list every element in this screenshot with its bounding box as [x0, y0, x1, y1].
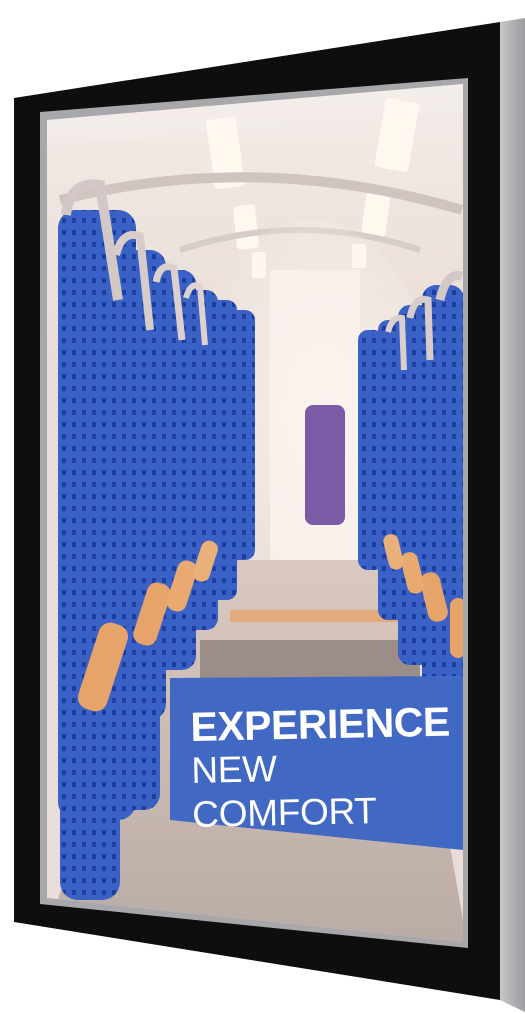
frame-side [500, 18, 525, 1012]
headline-line-1: EXPERIENCE [189, 698, 451, 750]
headline-line-2: NEW COMFORT [190, 748, 377, 835]
banner-text-block: EXPERIENCE NEW COMFORT [190, 699, 463, 837]
poster-frame-scene [14, 18, 525, 1012]
far-seat [305, 405, 345, 525]
